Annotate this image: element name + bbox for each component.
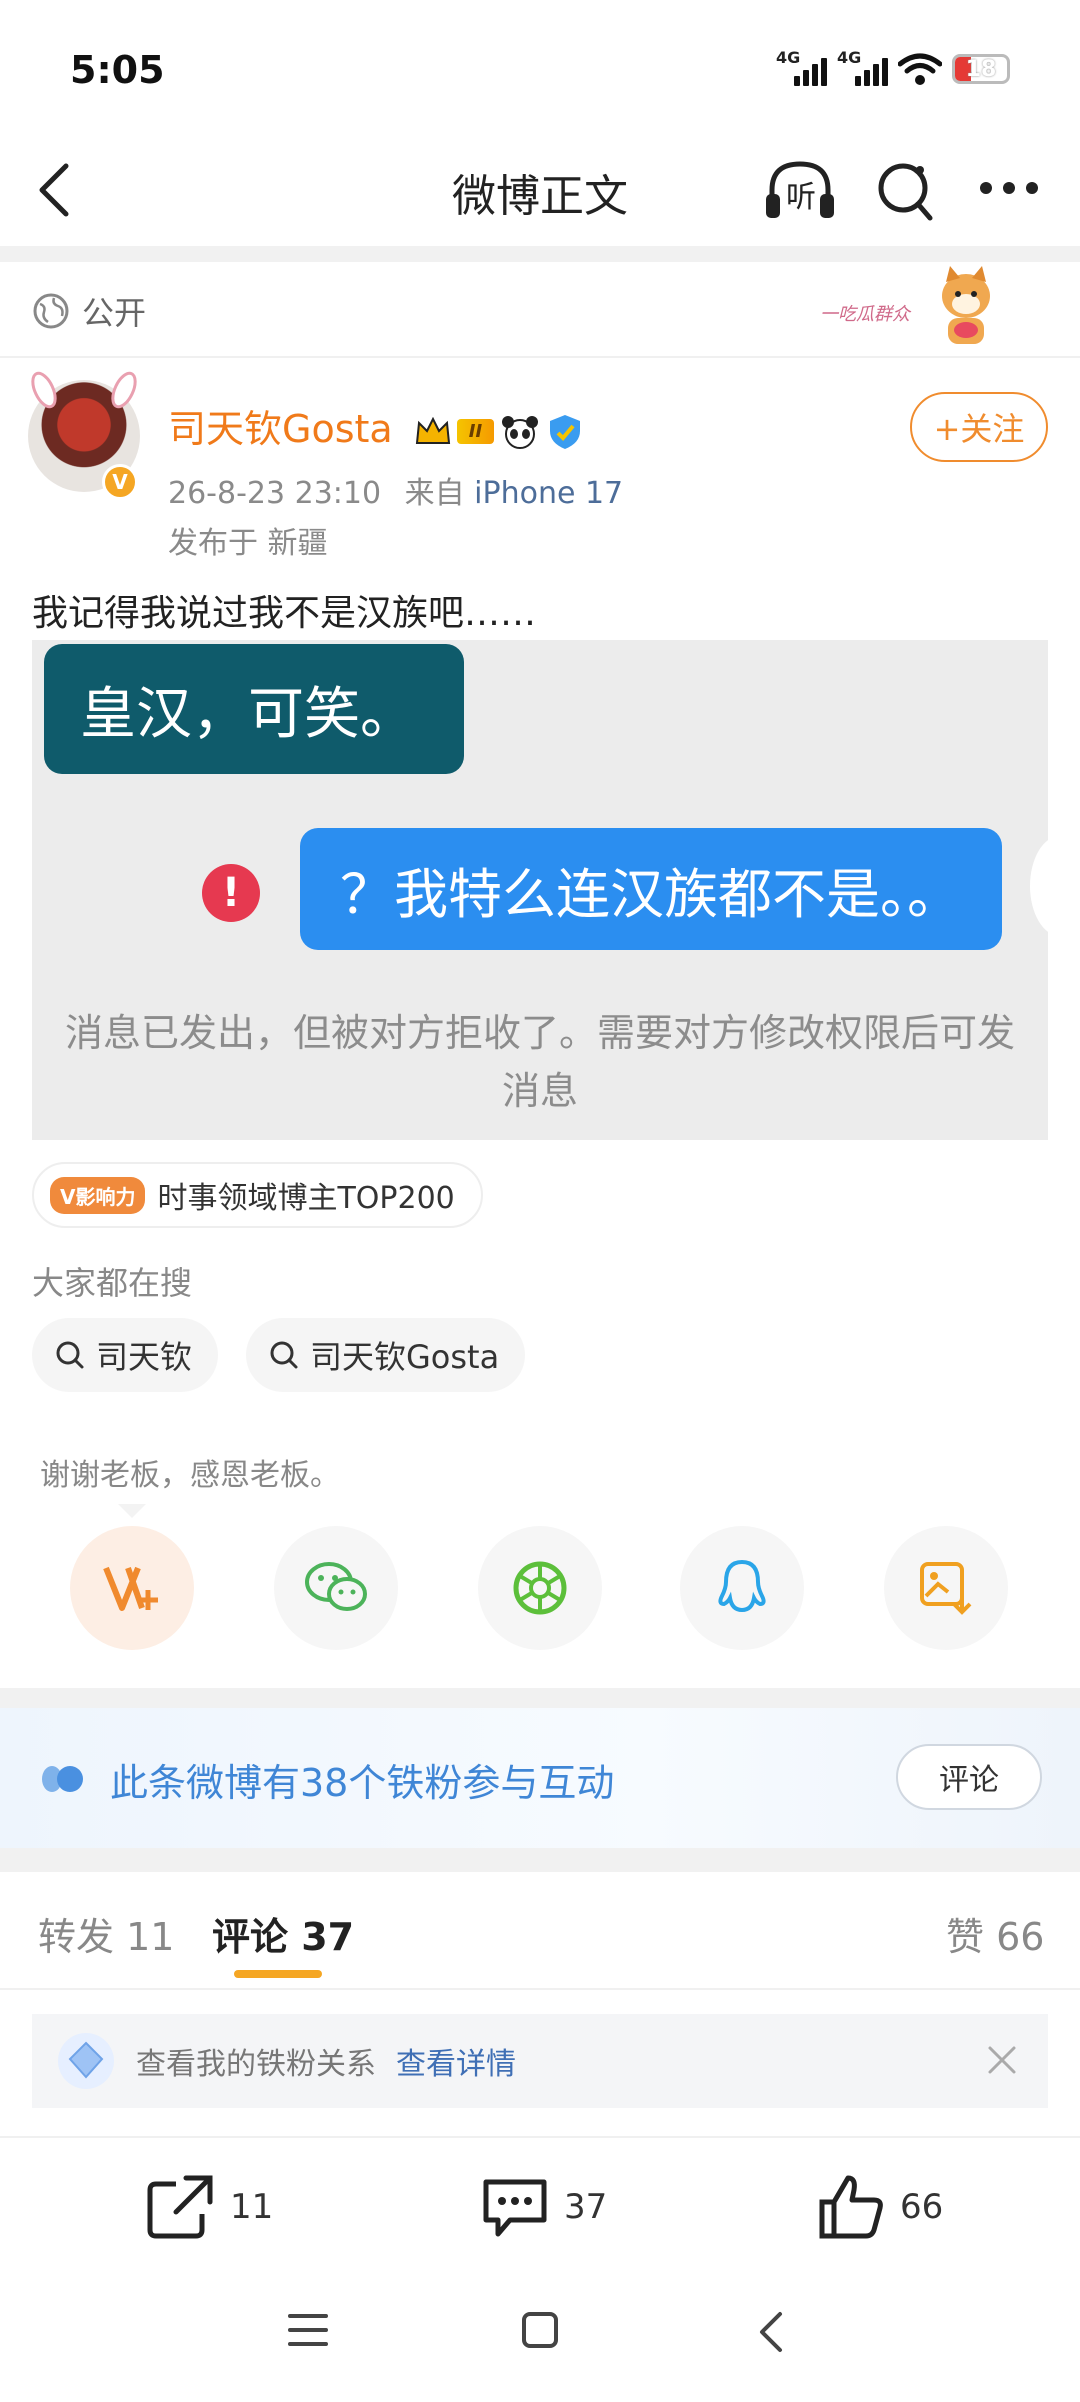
follow-button[interactable]: +关注 [910,392,1048,462]
chat-bubble-sent: ？我特么连汉族都不是。。 [300,828,1002,950]
fan-relation-bar: 查看我的铁粉关系 查看详情 [32,2014,1048,2108]
tab-like[interactable]: 赞 66 [946,1906,1044,1961]
wechat-icon [305,1562,367,1611]
section-divider [0,1688,1080,1708]
post-source[interactable]: iPhone 17 [474,476,623,511]
home-icon[interactable] [520,2310,560,2350]
tab-comment[interactable]: 评论 37 [212,1906,354,1961]
system-back-icon[interactable] [756,2310,786,2354]
status-time: 5:05 [70,48,165,92]
avatar-edge [1030,836,1048,936]
diamond-icon [58,2033,114,2089]
moments-icon [513,1561,567,1615]
section-divider [0,246,1080,262]
influence-badge: V影响力 [50,1176,146,1214]
post-location: 发布于 新疆 [168,526,328,561]
level-badge: II [456,419,495,444]
close-icon[interactable] [986,2044,1018,2076]
search-icon [56,1341,84,1369]
fan-relation-link[interactable]: 查看详情 [396,2039,516,2083]
like-action[interactable]: 66 [816,2174,943,2240]
repost-count: 11 [230,2187,274,2227]
search-chip[interactable]: 司天钦 [32,1318,219,1392]
comment-action[interactable]: 37 [480,2174,607,2240]
tooltip-arrow [118,1504,146,1518]
divider [0,2136,1080,2138]
globe-icon [33,293,69,329]
fan-icon [42,1766,83,1792]
repost-action[interactable]: 11 [146,2174,273,2240]
share-qq-button[interactable] [680,1526,804,1650]
post-text: 我记得我说过我不是汉族吧…… [32,593,537,634]
active-tab-indicator [234,1970,322,1978]
notice-line-2: 消息 [501,1069,578,1113]
influence-label: 时事领域博主TOP200 [157,1181,455,1216]
status-icons: 4G 4G 18 [776,48,1010,86]
thumbs-up-icon [819,2175,883,2239]
save-image-button[interactable] [884,1526,1008,1650]
repost-icon [147,2175,213,2239]
banner-comment-button[interactable]: 评论 [896,1744,1042,1810]
sticker-text: 一吃瓜群众 [820,304,910,325]
listen-label: 听 [786,180,816,215]
more-icon[interactable] [978,176,1040,200]
fan-relation-text: 查看我的铁粉关系 [136,2047,376,2082]
signal-icon-2: 4G [837,48,888,86]
save-image-icon [920,1562,972,1615]
divider [0,356,1080,358]
battery-icon: 18 [952,54,1010,84]
search-icon [270,1341,298,1369]
rejection-notice: 消息已发出，但被对方拒收了。需要对方修改权限后可发 消息 [32,1004,1048,1120]
search-chip[interactable]: 司天钦Gosta [246,1318,526,1392]
iron-fans-text: 此条微博有38个铁粉参与互动 [110,1761,615,1805]
search-chip-label: 司天钦Gosta [310,1338,500,1376]
qq-icon [718,1559,766,1613]
recent-apps-icon[interactable] [286,2310,330,2350]
post-time: 26-8-23 23:10 [168,476,382,511]
share-moments-button[interactable] [478,1526,602,1650]
wifi-icon [898,53,942,85]
reward-text: 谢谢老板，感恩老板。 [40,1458,340,1493]
author-badges: II [415,413,584,451]
author-name-row: 司天钦Gosta II [168,398,584,453]
tab-repost[interactable]: 转发 11 [38,1906,174,1961]
weibo-post-screen: 5:05 4G 4G 18 微博正文 听 公开 一吃瓜群众 V 司天钦Gosta… [0,0,1080,2402]
chat-bubble-received: 皇汉，可笑。 [44,644,464,774]
section-divider [0,1848,1080,1872]
post-meta: 26-8-23 23:10 来自 iPhone 17 [168,468,623,512]
comment-icon [483,2179,547,2237]
network-label: 4G [776,48,801,67]
visibility-label: 公开 [82,294,147,332]
trending-search-header: 大家都在搜 [32,1264,193,1302]
search-chip-label: 司天钦 [96,1338,193,1376]
influence-tag[interactable]: V影响力 时事领域博主TOP200 [32,1162,483,1228]
v-plus-icon [103,1566,158,1611]
listen-button[interactable]: 听 [764,158,836,222]
panda-icon [502,415,539,449]
notice-line-1: 消息已发出，但被对方拒收了。需要对方修改权限后可发 [64,1011,1015,1055]
crown-icon [415,416,450,444]
shiba-dog-icon [942,266,990,344]
post-image[interactable]: 皇汉，可笑。 ! ？我特么连汉族都不是。。 消息已发出，但被对方拒收了。需要对方… [32,640,1048,1140]
reward-button[interactable] [70,1526,194,1650]
battery-level: 18 [965,56,997,82]
error-icon: ! [202,864,260,922]
share-wechat-button[interactable] [274,1526,398,1650]
divider [0,1988,1080,1990]
like-count: 66 [900,2187,944,2227]
sticker-decoration: 一吃瓜群众 [820,262,1000,354]
bunny-ears-decoration [31,371,137,409]
author-name[interactable]: 司天钦Gosta [168,407,393,451]
verified-badge-icon: V [102,464,138,500]
search-icon[interactable] [876,160,934,222]
comment-count: 37 [564,2187,608,2227]
visibility-row: 公开 [32,288,146,334]
shield-badge-icon [550,414,581,449]
signal-icon: 4G [776,48,827,86]
network-label-2: 4G [837,48,862,67]
source-prefix: 来自 [404,476,465,511]
